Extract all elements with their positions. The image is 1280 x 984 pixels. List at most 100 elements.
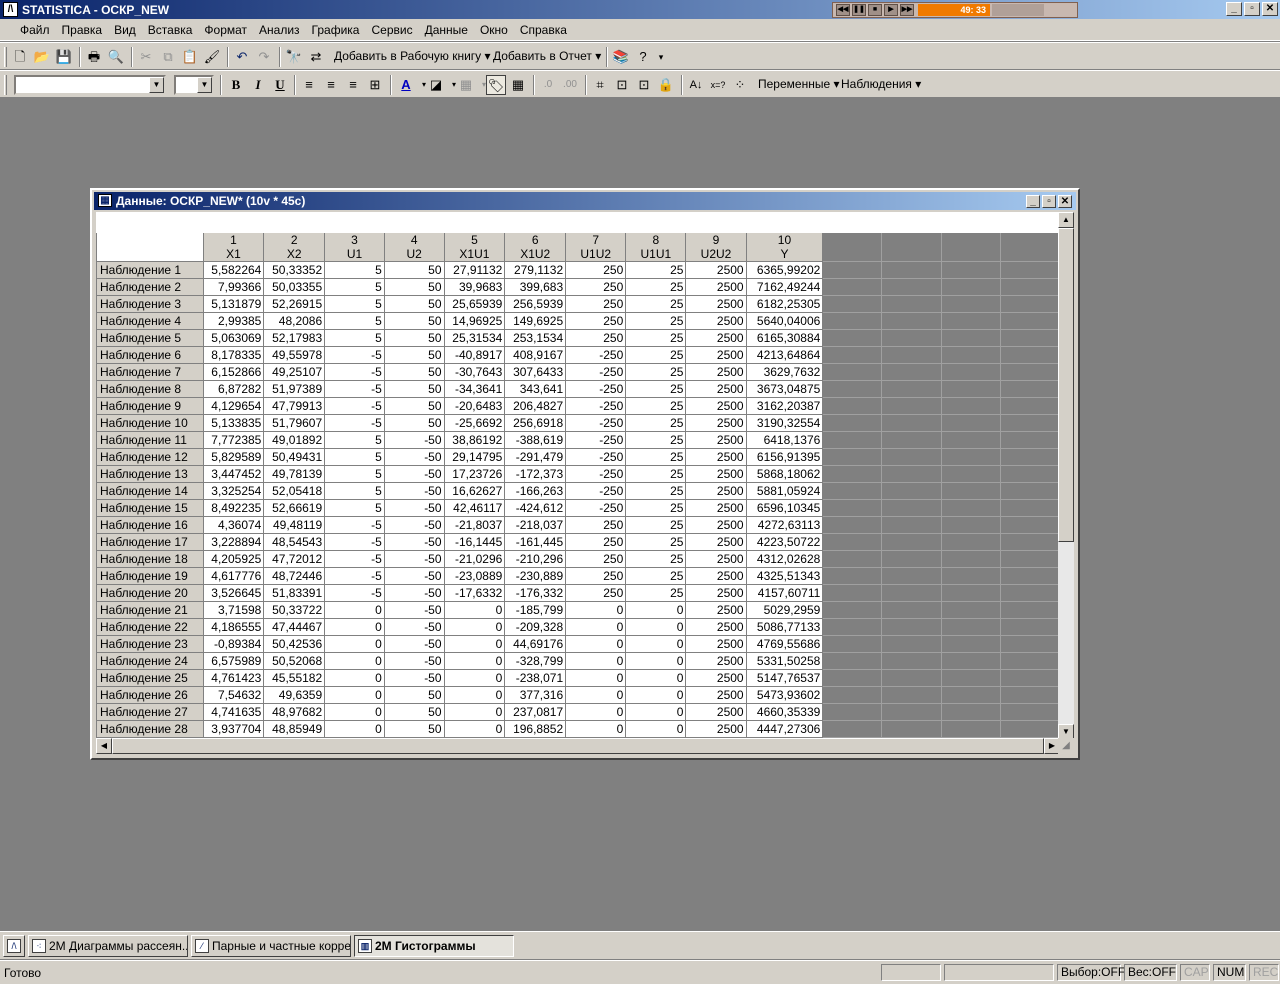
data-cell[interactable]: 0 (324, 669, 385, 687)
data-cell[interactable]: -50 (383, 584, 445, 602)
data-cell[interactable]: 25 (625, 533, 687, 551)
data-cell[interactable]: 52,26915 (263, 295, 326, 313)
data-cell[interactable]: 3,325254 (202, 482, 265, 500)
decimal-increase-icon[interactable]: .0 (538, 75, 558, 95)
menu-insert[interactable]: Вставка (142, 23, 199, 37)
paste-icon[interactable]: 📋 (180, 47, 200, 67)
data-cell[interactable]: -50 (383, 669, 445, 687)
data-cell[interactable]: 0 (443, 703, 506, 721)
print-icon[interactable]: 🖶 (84, 47, 104, 67)
task-histograms[interactable]: ▥ 2M Гистограммы (354, 935, 514, 957)
data-cell[interactable]: 250 (565, 278, 627, 296)
data-cell[interactable]: -250 (565, 363, 627, 381)
chevron-down-icon[interactable]: ▾ (651, 47, 671, 67)
media-player-widget[interactable]: ◀◀ ❚❚ ■ ▶ ▶▶ 49: 33 (832, 2, 1078, 18)
data-cell[interactable]: 250 (565, 516, 627, 534)
data-cell[interactable]: -250 (565, 465, 627, 483)
data-cell[interactable]: 2500 (685, 584, 747, 602)
row-header[interactable]: Наблюдение 7 (96, 363, 204, 381)
menu-window[interactable]: Окно (474, 23, 514, 37)
data-cell[interactable]: 44,69176 (504, 635, 567, 653)
toolbar-grip[interactable] (4, 75, 7, 95)
data-cell[interactable]: 343,641 (504, 380, 567, 398)
cases-spec-icon[interactable]: ⊡ (634, 75, 654, 95)
data-cell[interactable]: 6165,30884 (745, 329, 824, 347)
data-cell[interactable]: -50 (383, 482, 445, 500)
column-header[interactable]: 4 U2 (383, 232, 445, 262)
data-cell[interactable]: 25 (625, 465, 687, 483)
data-cell[interactable]: 50,33352 (263, 261, 326, 279)
data-cell[interactable]: -5 (324, 550, 385, 568)
decimal-decrease-icon[interactable]: .00 (560, 75, 580, 95)
column-header[interactable]: 3 U1 (324, 232, 385, 262)
data-cell[interactable]: 25 (625, 380, 687, 398)
data-cell[interactable]: 6182,25305 (745, 295, 824, 313)
play-icon[interactable]: ▶ (884, 4, 898, 16)
restore-button[interactable]: ▫ (1244, 2, 1260, 16)
lock-icon[interactable]: 🔒 (656, 75, 676, 95)
data-cell[interactable]: 0 (625, 618, 687, 636)
data-cell[interactable]: -20,6483 (443, 397, 506, 415)
data-cell[interactable]: -50 (383, 635, 445, 653)
cases-menu-button[interactable]: Наблюдения ▾ (841, 77, 921, 91)
font-size-combo[interactable]: ▼ (174, 75, 214, 95)
horizontal-scrollbar[interactable]: ◀ ▶ (96, 738, 1060, 754)
data-cell[interactable]: -50 (383, 431, 445, 449)
data-cell[interactable]: 5,131879 (202, 295, 265, 313)
fill-color-icon[interactable]: ◪ (426, 75, 446, 95)
italic-button[interactable]: I (248, 75, 268, 95)
data-cell[interactable]: 5868,18062 (745, 465, 824, 483)
row-header[interactable]: Наблюдение 27 (96, 703, 204, 721)
add-to-workbook-button[interactable]: Добавить в Рабочую книгу ▾ (334, 49, 491, 63)
data-cell[interactable]: 50 (383, 686, 445, 704)
data-cell[interactable]: 0 (565, 669, 627, 687)
font-name-combo[interactable]: ▼ (14, 75, 166, 95)
align-center-icon[interactable]: ≡ (321, 75, 341, 95)
data-cell[interactable]: -388,619 (504, 431, 567, 449)
task-correlations[interactable]: ⁄ Парные и частные корре... (191, 935, 351, 957)
data-cell[interactable]: 0 (625, 652, 687, 670)
data-cell[interactable]: 256,6918 (504, 414, 567, 432)
data-cell[interactable]: 25 (625, 431, 687, 449)
data-cell[interactable]: 25,65939 (443, 295, 506, 313)
data-cell[interactable]: 45,55182 (263, 669, 326, 687)
data-cell[interactable]: 6,87282 (202, 380, 265, 398)
data-cell[interactable]: -250 (565, 499, 627, 517)
column-header[interactable]: 7 U1U2 (565, 232, 627, 262)
data-cell[interactable]: -5 (324, 363, 385, 381)
stop-icon[interactable]: ■ (868, 4, 882, 16)
data-cell[interactable]: 25 (625, 261, 687, 279)
data-cell[interactable]: -5 (324, 346, 385, 364)
data-cell[interactable]: 0 (565, 635, 627, 653)
data-cell[interactable]: 50 (383, 363, 445, 381)
row-header[interactable]: Наблюдение 19 (96, 567, 204, 585)
scroll-up-icon[interactable]: ▲ (1058, 212, 1074, 228)
data-cell[interactable]: 42,46117 (443, 499, 506, 517)
data-cell[interactable]: -25,6692 (443, 414, 506, 432)
data-cell[interactable]: 48,97682 (263, 703, 326, 721)
data-cell[interactable]: 25 (625, 482, 687, 500)
row-header[interactable]: Наблюдение 13 (96, 465, 204, 483)
data-cell[interactable]: 2500 (685, 329, 747, 347)
data-cell[interactable]: -176,332 (504, 584, 567, 602)
data-cell[interactable]: 0 (324, 703, 385, 721)
data-cell[interactable]: 408,9167 (504, 346, 567, 364)
column-header[interactable]: 1 X1 (202, 232, 265, 262)
data-cell[interactable]: 25 (625, 448, 687, 466)
data-cell[interactable]: 0 (625, 635, 687, 653)
data-cell[interactable]: 0 (324, 618, 385, 636)
row-header[interactable]: Наблюдение 21 (96, 601, 204, 619)
sheet-maximize-button[interactable]: ▫ (1042, 195, 1056, 208)
data-cell[interactable]: 2,99385 (202, 312, 265, 330)
data-cell[interactable]: 3,526645 (202, 584, 265, 602)
next-icon[interactable]: ▶▶ (900, 4, 914, 16)
data-cell[interactable]: 50,49431 (263, 448, 326, 466)
row-header[interactable]: Наблюдение 20 (96, 584, 204, 602)
data-cell[interactable]: 307,6433 (504, 363, 567, 381)
data-cell[interactable]: 49,6359 (263, 686, 326, 704)
data-cell[interactable]: -250 (565, 482, 627, 500)
volume-slider[interactable] (992, 4, 1044, 16)
data-cell[interactable]: 25 (625, 414, 687, 432)
tag-icon[interactable]: 🏷 (486, 75, 506, 95)
row-header[interactable]: Наблюдение 6 (96, 346, 204, 364)
